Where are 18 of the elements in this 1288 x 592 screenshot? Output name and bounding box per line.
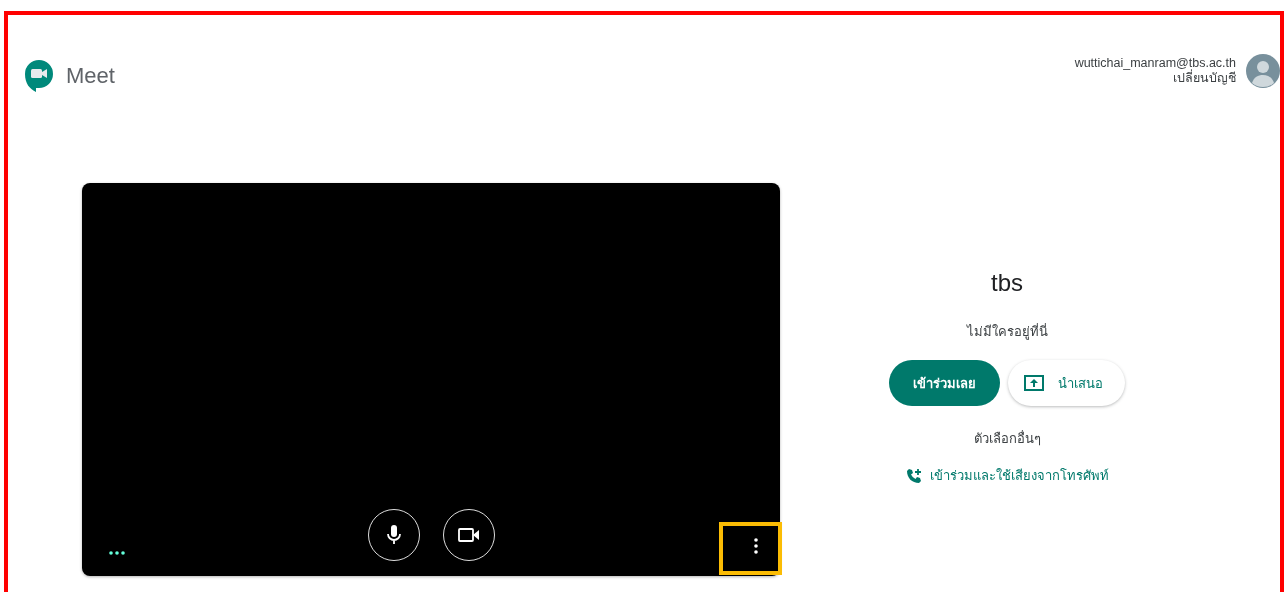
present-button[interactable]: นำเสนอ [1008, 360, 1125, 406]
phone-add-icon [905, 467, 922, 484]
meeting-title: tbs [991, 269, 1023, 297]
account-email: wuttichai_manram@tbs.ac.th [1074, 56, 1236, 70]
join-button[interactable]: เข้าร่วมเลย [889, 360, 1000, 406]
audio-level-icon [109, 551, 125, 555]
meeting-status: ไม่มีใครอยู่ที่นี่ [966, 322, 1048, 342]
avatar-icon[interactable] [1246, 54, 1280, 88]
switch-account-link[interactable]: เปลี่ยนบัญชี [1173, 71, 1236, 86]
highlight-frame [719, 522, 782, 575]
app-name: Meet [66, 63, 115, 89]
present-icon [1024, 375, 1044, 391]
camera-icon [457, 527, 480, 543]
microphone-icon [385, 524, 402, 546]
phone-audio-link[interactable]: เข้าร่วมและใช้เสียงจากโทรศัพท์ [905, 465, 1109, 486]
more-options-icon [754, 538, 758, 554]
other-options-label: ตัวเลือกอื่นๆ [973, 429, 1041, 448]
meet-logo-icon [24, 59, 54, 93]
